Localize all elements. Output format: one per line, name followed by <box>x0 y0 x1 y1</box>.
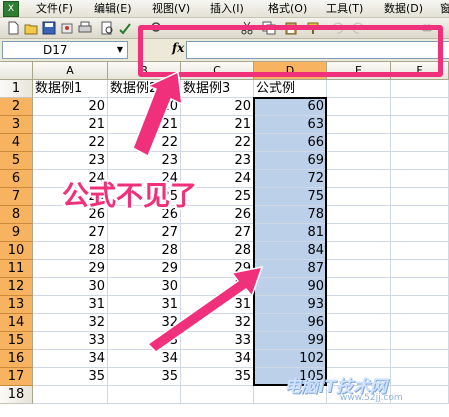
arrow-up-right <box>146 266 264 353</box>
annotation-callout-text: 公式不见了 <box>62 181 197 212</box>
arrow-up-left <box>132 70 183 158</box>
watermark-url: www.52jj.com <box>340 393 403 403</box>
